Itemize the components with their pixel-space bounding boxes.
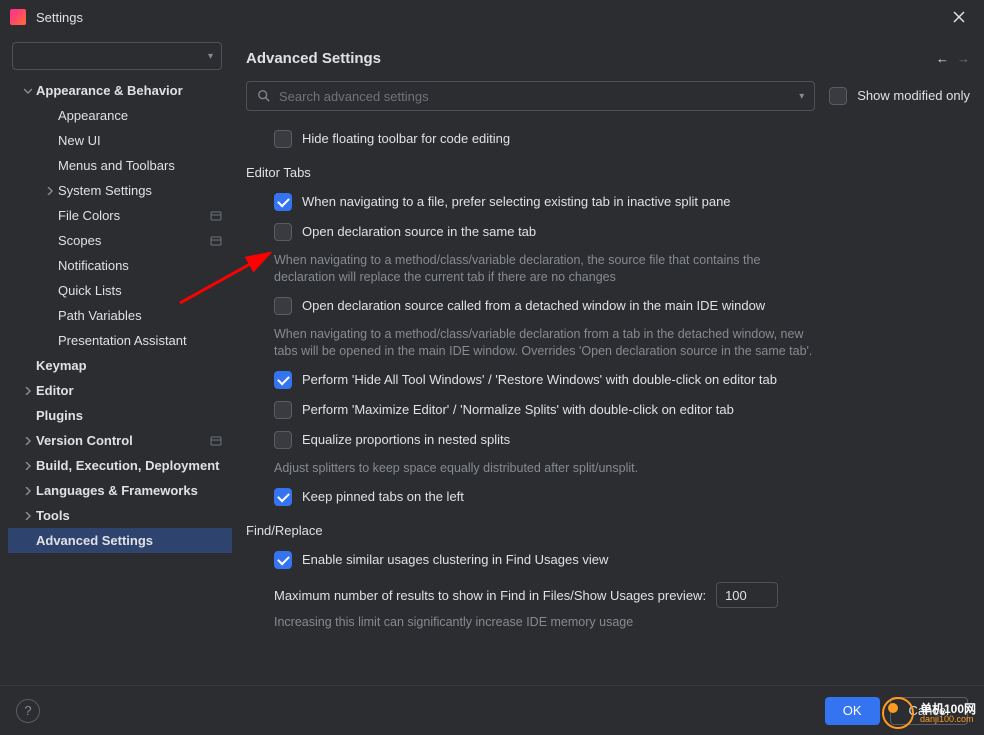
open-declaration-detached-desc: When navigating to a method/class/variab… (274, 326, 824, 360)
sidebar-item-presentation-assistant[interactable]: Presentation Assistant (8, 328, 232, 353)
help-button[interactable]: ? (16, 699, 40, 723)
chevron-right-icon (20, 437, 36, 445)
sidebar-item-file-colors[interactable]: File Colors (8, 203, 232, 228)
sidebar-item-new-ui[interactable]: New UI (8, 128, 232, 153)
sidebar-item-label: Plugins (36, 408, 83, 423)
sidebar-search-input[interactable] (28, 49, 204, 64)
sidebar-item-label: Languages & Frameworks (36, 483, 198, 498)
titlebar: Settings (0, 0, 984, 34)
show-modified-checkbox[interactable] (829, 87, 847, 105)
sidebar-item-scopes[interactable]: Scopes (8, 228, 232, 253)
section-editor-tabs: Editor Tabs (246, 165, 970, 180)
sidebar-item-label: Version Control (36, 433, 133, 448)
sidebar-item-notifications[interactable]: Notifications (8, 253, 232, 278)
project-scope-icon (210, 235, 222, 247)
hide-tool-windows-dblclick-checkbox[interactable] (274, 371, 292, 389)
show-modified-label: Show modified only (857, 86, 970, 106)
hide-floating-toolbar-label: Hide floating toolbar for code editing (302, 129, 510, 149)
sidebar-item-version-control[interactable]: Version Control (8, 428, 232, 453)
section-find-replace: Find/Replace (246, 523, 970, 538)
dialog-footer: ? OK Cancel (0, 685, 984, 735)
chevron-right-icon (20, 487, 36, 495)
sidebar-item-plugins[interactable]: Plugins (8, 403, 232, 428)
maximize-editor-dblclick-label: Perform 'Maximize Editor' / 'Normalize S… (302, 400, 734, 420)
sidebar-item-label: Tools (36, 508, 70, 523)
search-icon (21, 49, 22, 63)
watermark: 单机100网 danji100.com (882, 697, 976, 729)
nav-arrows: ← → (936, 51, 970, 66)
sidebar-item-label: Quick Lists (58, 283, 122, 298)
nav-forward-button[interactable]: → (957, 51, 970, 66)
app-icon (10, 9, 26, 25)
sidebar-item-tools[interactable]: Tools (8, 503, 232, 528)
sidebar-item-label: Build, Execution, Deployment (36, 458, 219, 473)
sidebar-item-editor[interactable]: Editor (8, 378, 232, 403)
equalize-splits-label: Equalize proportions in nested splits (302, 430, 510, 450)
window-title: Settings (36, 10, 83, 25)
maximize-editor-dblclick-checkbox[interactable] (274, 401, 292, 419)
sidebar-item-menus-and-toolbars[interactable]: Menus and Toolbars (8, 153, 232, 178)
hide-floating-toolbar-checkbox[interactable] (274, 130, 292, 148)
max-results-label: Maximum number of results to show in Fin… (274, 588, 706, 603)
sidebar-search[interactable]: ▾ (12, 42, 222, 70)
similar-usages-label: Enable similar usages clustering in Find… (302, 550, 608, 570)
sidebar-item-appearance[interactable]: Appearance (8, 103, 232, 128)
sidebar-item-languages-frameworks[interactable]: Languages & Frameworks (8, 478, 232, 503)
project-scope-icon (210, 435, 222, 447)
keep-pinned-left-label: Keep pinned tabs on the left (302, 487, 464, 507)
sidebar-item-label: Advanced Settings (36, 533, 153, 548)
watermark-logo-icon (882, 697, 914, 729)
sidebar-item-label: Editor (36, 383, 74, 398)
sidebar-item-label: System Settings (58, 183, 152, 198)
sidebar-item-label: New UI (58, 133, 101, 148)
sidebar-item-path-variables[interactable]: Path Variables (8, 303, 232, 328)
page-title: Advanced Settings (246, 50, 381, 67)
sidebar-item-label: Keymap (36, 358, 87, 373)
chevron-right-icon (20, 387, 36, 395)
similar-usages-checkbox[interactable] (274, 551, 292, 569)
sidebar-item-label: Appearance & Behavior (36, 83, 183, 98)
max-results-desc: Increasing this limit can significantly … (274, 614, 824, 631)
ok-button[interactable]: OK (825, 697, 880, 725)
open-declaration-detached-checkbox[interactable] (274, 297, 292, 315)
open-declaration-same-tab-desc: When navigating to a method/class/variab… (274, 252, 824, 286)
sidebar-item-label: Menus and Toolbars (58, 158, 175, 173)
sidebar-item-label: Path Variables (58, 308, 142, 323)
chevron-down-icon (20, 87, 36, 95)
keep-pinned-left-checkbox[interactable] (274, 488, 292, 506)
window-close-button[interactable] (944, 2, 974, 32)
sidebar-item-system-settings[interactable]: System Settings (8, 178, 232, 203)
equalize-splits-desc: Adjust splitters to keep space equally d… (274, 460, 824, 477)
max-results-input[interactable] (716, 582, 778, 608)
sidebar-item-label: File Colors (58, 208, 120, 223)
sidebar-item-label: Presentation Assistant (58, 333, 187, 348)
hide-tool-windows-dblclick-label: Perform 'Hide All Tool Windows' / 'Resto… (302, 370, 777, 390)
search-icon (257, 89, 271, 103)
sidebar-item-label: Appearance (58, 108, 128, 123)
open-declaration-same-tab-checkbox[interactable] (274, 223, 292, 241)
settings-content: Advanced Settings ← → ▾ Show modified on… (232, 34, 984, 685)
chevron-right-icon (20, 512, 36, 520)
open-declaration-detached-label: Open declaration source called from a de… (302, 296, 765, 316)
sidebar-item-quick-lists[interactable]: Quick Lists (8, 278, 232, 303)
settings-tree: Appearance & Behavior Appearance New UI Men… (8, 78, 232, 553)
chevron-right-icon (42, 187, 58, 195)
content-search-input[interactable] (279, 89, 795, 104)
settings-sidebar: ▾ Appearance & Behavior Appearance New UI M… (0, 34, 232, 685)
sidebar-item-label: Scopes (58, 233, 101, 248)
content-search[interactable]: ▾ (246, 81, 815, 111)
prefer-existing-tab-label: When navigating to a file, prefer select… (302, 192, 731, 212)
chevron-right-icon (20, 462, 36, 470)
nav-back-button[interactable]: ← (936, 51, 949, 66)
sidebar-item-advanced-settings[interactable]: Advanced Settings (8, 528, 232, 553)
sidebar-item-keymap[interactable]: Keymap (8, 353, 232, 378)
sidebar-item-build-execution-deployment[interactable]: Build, Execution, Deployment (8, 453, 232, 478)
equalize-splits-checkbox[interactable] (274, 431, 292, 449)
project-scope-icon (210, 210, 222, 222)
sidebar-item-appearance-behavior[interactable]: Appearance & Behavior (8, 78, 232, 103)
sidebar-item-label: Notifications (58, 258, 129, 273)
prefer-existing-tab-checkbox[interactable] (274, 193, 292, 211)
open-declaration-same-tab-label: Open declaration source in the same tab (302, 222, 536, 242)
